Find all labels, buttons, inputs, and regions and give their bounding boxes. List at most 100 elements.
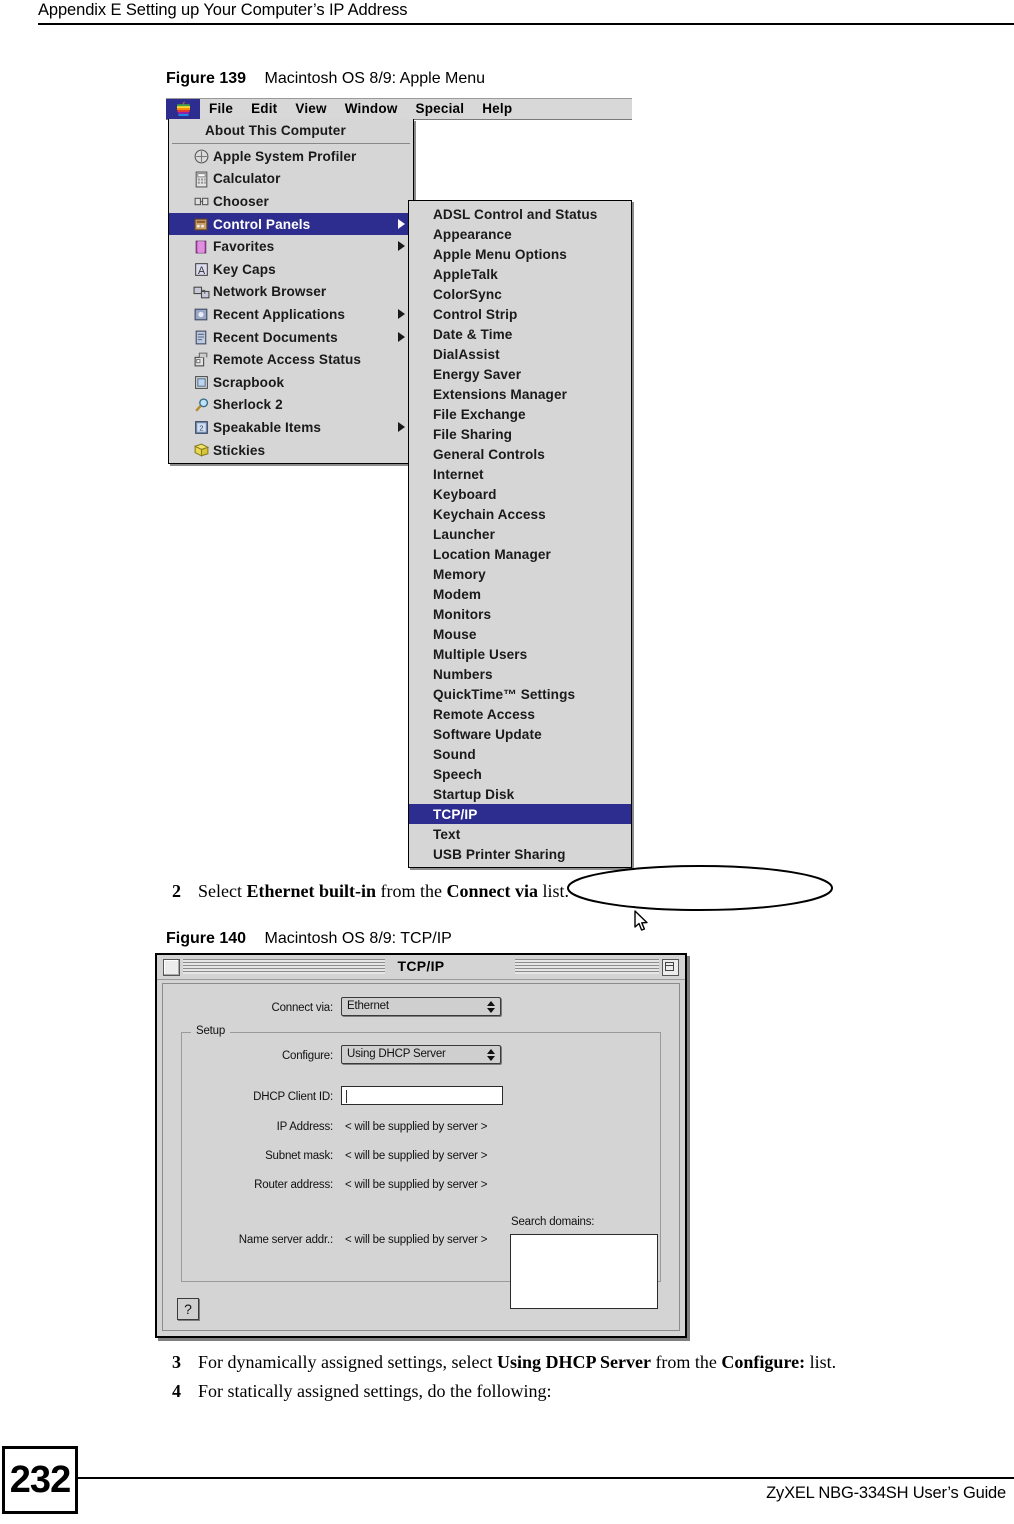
- connect-via-dropdown[interactable]: Ethernet: [341, 997, 501, 1016]
- menubar-item-window[interactable]: Window: [336, 99, 407, 119]
- control-panel-item-keyboard[interactable]: Keyboard: [409, 484, 631, 504]
- control-panel-item-label: Keyboard: [433, 486, 497, 502]
- control-panel-item-label: ADSL Control and Status: [433, 206, 598, 222]
- control-panel-item-dialassist[interactable]: DialAssist: [409, 344, 631, 364]
- menu-item-apple-system-profiler[interactable]: Apple System Profiler: [169, 145, 413, 168]
- menu-item-control-panels[interactable]: Control Panels: [169, 212, 413, 236]
- control-panel-item-multiple-users[interactable]: Multiple Users: [409, 644, 631, 664]
- page-header-divider: [38, 23, 1014, 25]
- page-header: Appendix E Setting up Your Computer’s IP…: [0, 0, 1014, 30]
- control-panel-item-tcp-ip[interactable]: TCP/IP: [409, 804, 631, 824]
- control-panel-item-label: Location Manager: [433, 546, 551, 562]
- control-panel-item-monitors[interactable]: Monitors: [409, 604, 631, 624]
- control-panel-item-label: AppleTalk: [433, 266, 498, 282]
- menubar-item-file[interactable]: File: [200, 99, 242, 119]
- network-browser-icon: [193, 286, 210, 298]
- recent-documents-icon: [195, 330, 207, 345]
- page-number-box: 232: [2, 1446, 78, 1514]
- zoom-box-icon[interactable]: [662, 959, 679, 976]
- menu-item-key-caps[interactable]: A Key Caps: [169, 258, 413, 281]
- menu-item-label: Recent Applications: [213, 306, 346, 322]
- configure-dropdown[interactable]: Using DHCP Server: [341, 1045, 501, 1064]
- control-panel-item-sound[interactable]: Sound: [409, 744, 631, 764]
- menubar-item-help[interactable]: Help: [473, 99, 521, 119]
- speakable-items-icon: 2: [195, 421, 208, 434]
- tcpip-window: TCP/IP Connect via: Ethernet Setup Confi…: [155, 953, 687, 1338]
- step-2-bold-connect-via: Connect via: [446, 881, 538, 901]
- control-panel-item-adsl-control-and-status[interactable]: ADSL Control and Status: [409, 204, 631, 224]
- menu-item-network-browser[interactable]: Network Browser: [169, 281, 413, 304]
- menu-item-label: Speakable Items: [213, 419, 322, 435]
- menu-item-sherlock-2[interactable]: Sherlock 2: [169, 394, 413, 417]
- figure-140-caption: Figure 140 Macintosh OS 8/9: TCP/IP: [166, 930, 452, 948]
- menu-item-label: Apple System Profiler: [213, 148, 357, 164]
- menu-item-about-this-computer[interactable]: About This Computer: [169, 119, 413, 142]
- control-panel-item-appearance[interactable]: Appearance: [409, 224, 631, 244]
- control-panel-item-startup-disk[interactable]: Startup Disk: [409, 784, 631, 804]
- menu-item-recent-documents[interactable]: Recent Documents: [169, 326, 413, 349]
- tcpip-window-titlebar[interactable]: TCP/IP: [157, 955, 685, 980]
- connect-via-value: Ethernet: [347, 1000, 389, 1012]
- control-panel-item-speech[interactable]: Speech: [409, 764, 631, 784]
- menu-item-speakable-items[interactable]: 2 Speakable Items: [169, 416, 413, 439]
- control-panel-item-apple-menu-options[interactable]: Apple Menu Options: [409, 244, 631, 264]
- control-panel-item-memory[interactable]: Memory: [409, 564, 631, 584]
- footer-divider: [78, 1477, 1014, 1479]
- control-panel-item-location-manager[interactable]: Location Manager: [409, 544, 631, 564]
- menubar-item-view[interactable]: View: [286, 99, 335, 119]
- control-panel-item-usb-printer-sharing[interactable]: USB Printer Sharing: [409, 844, 631, 864]
- control-panel-item-file-exchange[interactable]: File Exchange: [409, 404, 631, 424]
- apple-system-profiler-icon: [194, 149, 209, 164]
- control-panel-item-date-and-time[interactable]: Date & Time: [409, 324, 631, 344]
- step-2-middle: from the: [376, 881, 447, 901]
- control-panel-item-launcher[interactable]: Launcher: [409, 524, 631, 544]
- menu-item-favorites[interactable]: Favorites: [169, 235, 413, 258]
- menubar-item-special[interactable]: Special: [407, 99, 474, 119]
- menu-item-recent-applications[interactable]: Recent Applications: [169, 303, 413, 326]
- control-panel-item-appletalk[interactable]: AppleTalk: [409, 264, 631, 284]
- menu-item-stickies[interactable]: Stickies: [169, 439, 413, 462]
- control-panel-item-energy-saver[interactable]: Energy Saver: [409, 364, 631, 384]
- control-panel-item-label: Remote Access: [433, 706, 536, 722]
- control-panel-item-label: Sound: [433, 746, 476, 762]
- figure-140-number: Figure 140: [166, 930, 247, 947]
- control-panel-item-remote-access[interactable]: Remote Access: [409, 704, 631, 724]
- dhcp-client-id-label: DHCP Client ID:: [253, 1091, 333, 1103]
- control-panel-item-control-strip[interactable]: Control Strip: [409, 304, 631, 324]
- control-panel-item-modem[interactable]: Modem: [409, 584, 631, 604]
- dhcp-client-id-input[interactable]: [341, 1086, 503, 1105]
- figure-139-apple-menu-screenshot: File Edit View Window Special Help About…: [166, 98, 833, 931]
- ip-address-value: < will be supplied by server >: [345, 1121, 488, 1133]
- control-panel-item-file-sharing[interactable]: File Sharing: [409, 424, 631, 444]
- control-panel-item-label: DialAssist: [433, 346, 500, 362]
- control-panel-item-numbers[interactable]: Numbers: [409, 664, 631, 684]
- search-domains-input[interactable]: [510, 1234, 658, 1309]
- step-4-number: 4: [172, 1381, 181, 1401]
- control-panel-item-internet[interactable]: Internet: [409, 464, 631, 484]
- control-panel-item-keychain-access[interactable]: Keychain Access: [409, 504, 631, 524]
- menu-item-scrapbook[interactable]: Scrapbook: [169, 371, 413, 394]
- menu-item-remote-access-status[interactable]: Remote Access Status: [169, 348, 413, 371]
- connect-via-label: Connect via:: [271, 1002, 333, 1014]
- menubar-item-edit[interactable]: Edit: [242, 99, 286, 119]
- svg-text:2: 2: [199, 424, 203, 433]
- menu-item-chooser[interactable]: Chooser: [169, 190, 413, 213]
- control-panels-submenu: ADSL Control and Status Appearance Apple…: [408, 200, 632, 868]
- control-panel-item-text[interactable]: Text: [409, 824, 631, 844]
- control-panel-item-general-controls[interactable]: General Controls: [409, 444, 631, 464]
- control-panel-item-quicktime-settings[interactable]: QuickTime™ Settings: [409, 684, 631, 704]
- control-panel-item-label: Modem: [433, 586, 482, 602]
- menu-item-calculator[interactable]: Calculator: [169, 168, 413, 191]
- control-panel-item-mouse[interactable]: Mouse: [409, 624, 631, 644]
- control-panel-item-extensions-manager[interactable]: Extensions Manager: [409, 384, 631, 404]
- apple-menu-button[interactable]: [166, 99, 200, 119]
- sherlock-magnifier-icon: [195, 397, 209, 412]
- footer-guide-title: ZyXEL NBG-334SH User’s Guide: [766, 1484, 1006, 1502]
- control-panel-item-software-update[interactable]: Software Update: [409, 724, 631, 744]
- text-caret: [346, 1090, 347, 1103]
- step-4-text: For statically assigned settings, do the…: [198, 1381, 552, 1401]
- menu-item-label: Remote Access Status: [213, 352, 362, 368]
- key-caps-icon: A: [195, 263, 208, 277]
- help-button[interactable]: ?: [177, 1298, 199, 1320]
- control-panel-item-colorsync[interactable]: ColorSync: [409, 284, 631, 304]
